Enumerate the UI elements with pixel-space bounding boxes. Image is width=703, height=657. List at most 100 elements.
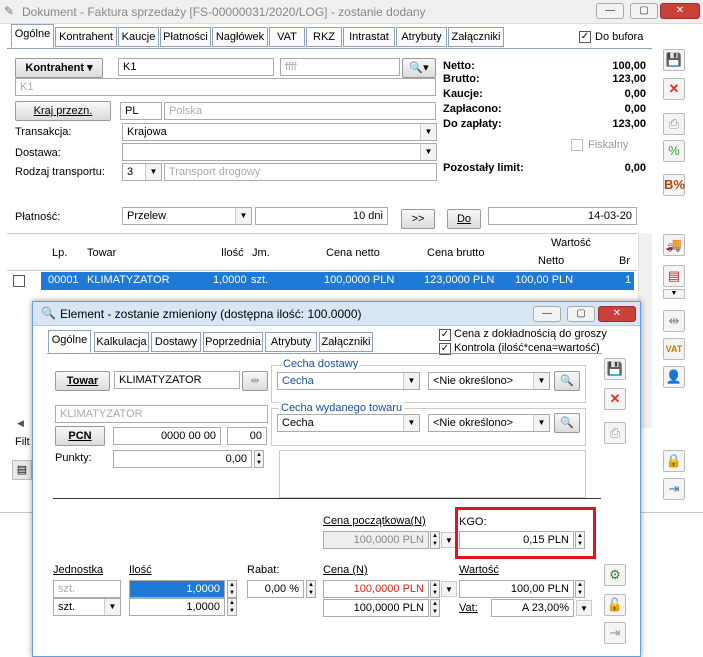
search-button[interactable]: 🔍▾ xyxy=(402,58,436,78)
fiskalny-checkbox[interactable] xyxy=(571,139,583,151)
chevron-down-icon[interactable]: ▼ xyxy=(533,415,549,431)
punkty-input[interactable]: 0,00 xyxy=(113,450,252,468)
tab-kaucje[interactable]: Kaucje xyxy=(118,27,159,47)
chevron-down-icon[interactable]: ▼ xyxy=(420,124,436,140)
ilosc-input[interactable]: 1,0000 xyxy=(129,580,225,598)
ilosc-spinner[interactable]: ▲ ▼ xyxy=(227,580,237,598)
maximize-button[interactable]: ▢ xyxy=(630,3,658,19)
chevron-down-icon[interactable]: ▼ xyxy=(104,599,120,615)
vat-select[interactable]: A 23,00% xyxy=(491,599,574,617)
termin-date-input[interactable]: 14-03-20 xyxy=(488,207,637,225)
arrow-button[interactable]: >> xyxy=(401,209,435,229)
tab-intrastat[interactable]: Intrastat xyxy=(343,27,395,47)
row-checkbox[interactable] xyxy=(13,275,25,287)
dialog-settings-button[interactable]: ⚙ xyxy=(604,564,626,586)
pin-button[interactable]: ⇥ xyxy=(663,478,685,500)
cecha-search-button[interactable]: 🔍 xyxy=(554,371,580,391)
col-brutto[interactable]: Br xyxy=(619,255,630,267)
chevron-down-icon[interactable]: ▼ xyxy=(235,208,251,224)
tab-ogolne[interactable]: Ogólne xyxy=(11,24,54,48)
description-textarea[interactable] xyxy=(279,450,586,498)
kontrahent-search-input[interactable]: ffff xyxy=(280,58,400,76)
kontrahent-button[interactable]: Kontrahent ▾ xyxy=(15,58,103,78)
do-button[interactable]: Do xyxy=(447,209,481,229)
wartosc-spinner[interactable]: ▲ ▼ xyxy=(575,580,585,598)
tab-naglowek[interactable]: Nagłówek xyxy=(212,27,268,47)
cecha-wydanego-search-button[interactable]: 🔍 xyxy=(554,413,580,433)
vat-button[interactable]: VAT xyxy=(663,338,685,360)
tab-zalaczniki[interactable]: Załączniki xyxy=(448,27,504,47)
towar-code-input[interactable]: KLIMATYZATOR xyxy=(114,371,240,389)
cecha-dostawy-select[interactable]: Cecha xyxy=(277,372,420,390)
rabat-spinner[interactable]: ▲ ▼ xyxy=(306,580,316,598)
chevron-down-icon[interactable]: ▼ xyxy=(441,581,457,597)
cena-poczatkowa-input[interactable]: 100,0000 PLN xyxy=(323,531,429,549)
document-button[interactable]: ▤ xyxy=(663,265,685,287)
cecha-dostawy-value-select[interactable]: <Nie określono> xyxy=(428,372,550,390)
cecha-wydanego-value-select[interactable]: <Nie określono> xyxy=(428,414,550,432)
dostawa-select[interactable] xyxy=(122,143,437,161)
dialog-tab-dostawy[interactable]: Dostawy xyxy=(151,332,201,352)
termin-dni-input[interactable]: 10 dni xyxy=(255,207,388,225)
dialog-maximize-button[interactable]: ▢ xyxy=(567,306,595,322)
punkty-spinner[interactable]: ▲ ▼ xyxy=(254,450,264,468)
close-button[interactable]: ✕ xyxy=(660,3,700,19)
cancel-button[interactable]: ✕ xyxy=(663,78,685,100)
minimize-button[interactable]: — xyxy=(596,3,624,19)
dialog-close-button[interactable]: ✕ xyxy=(598,306,636,322)
pcn-input[interactable]: 0000 00 00 xyxy=(113,427,221,445)
col-cena-netto[interactable]: Cena netto xyxy=(326,247,380,259)
cecha-wydanego-select[interactable]: Cecha xyxy=(277,414,420,432)
dialog-tab-ogolne[interactable]: Ogólne xyxy=(48,330,91,353)
do-bufora-checkbox[interactable]: ✓ xyxy=(579,31,591,43)
chevron-down-icon[interactable]: ▼ xyxy=(403,373,419,389)
cena-poczatkowa-spinner[interactable]: ▲ ▼ xyxy=(430,531,440,549)
cena-spinner[interactable]: ▲ ▼ xyxy=(430,580,440,598)
cena-input[interactable]: 100,0000 PLN xyxy=(323,580,429,598)
transakcja-select[interactable]: Krajowa xyxy=(122,123,437,141)
col-ilosc[interactable]: Ilość xyxy=(221,247,244,259)
dialog-save-button[interactable]: 💾 xyxy=(604,358,626,380)
col-wartosc[interactable]: Wartość xyxy=(551,237,591,249)
pcn-button[interactable]: PCN xyxy=(55,426,105,446)
dialog-tab-kalkulacja[interactable]: Kalkulacja xyxy=(94,332,149,352)
chevron-down-icon[interactable]: ▼ xyxy=(576,600,592,616)
cena-dokladnosc-checkbox[interactable]: ✓ xyxy=(439,329,451,341)
chevron-down-icon[interactable]: ▼ xyxy=(403,415,419,431)
discount-button[interactable]: B% xyxy=(663,174,685,196)
print-button[interactable]: ⎙ xyxy=(663,113,685,135)
user-button[interactable]: 👤 xyxy=(663,366,685,388)
dialog-print-button[interactable]: ⎙ xyxy=(604,422,626,444)
dialog-tab-atrybuty[interactable]: Atrybuty xyxy=(265,332,317,352)
tab-platnosci[interactable]: Płatności xyxy=(160,27,211,47)
dialog-tab-poprzednia[interactable]: Poprzednia xyxy=(203,332,263,352)
col-lp[interactable]: Lp. xyxy=(52,247,67,259)
col-cena-brutto[interactable]: Cena brutto xyxy=(427,247,484,259)
dialog-lock-button[interactable]: 🔓 xyxy=(604,594,626,616)
col-netto[interactable]: Netto xyxy=(538,255,564,267)
wartosc-input[interactable]: 100,00 PLN xyxy=(459,580,574,598)
split-button[interactable]: ⇹ xyxy=(663,310,685,332)
kontrahent-code-input[interactable]: K1 xyxy=(118,58,274,76)
dialog-minimize-button[interactable]: — xyxy=(533,306,561,322)
col-towar[interactable]: Towar xyxy=(87,247,116,259)
dialog-pin-button[interactable]: ⇥ xyxy=(604,622,626,644)
lock-button[interactable]: 🔒 xyxy=(663,450,685,472)
scroll-left-icon[interactable]: ◀ xyxy=(17,418,24,429)
chevron-down-icon[interactable]: ▼ xyxy=(420,144,436,160)
tab-rkz[interactable]: RKZ xyxy=(306,27,342,47)
col-jm[interactable]: Jm. xyxy=(252,247,270,259)
kraj-button[interactable]: Kraj przezn. xyxy=(15,101,111,121)
kraj-code-input[interactable]: PL xyxy=(120,102,162,120)
calc-button[interactable]: % xyxy=(663,140,685,162)
platnosc-select[interactable]: Przelew xyxy=(122,207,252,225)
chevron-down-icon[interactable]: ▼ xyxy=(533,373,549,389)
dialog-tab-zalaczniki[interactable]: Załączniki xyxy=(319,332,373,352)
rabat-input[interactable]: 0,00 % xyxy=(247,580,304,598)
towar-link-button[interactable]: ⇹ xyxy=(242,371,268,391)
table-row[interactable]: 00001 KLIMATYZATOR 1,0000 szt. 100,0000 … xyxy=(41,272,634,290)
dialog-cancel-button[interactable]: ✕ xyxy=(604,388,626,410)
tab-atrybuty[interactable]: Atrybuty xyxy=(396,27,447,47)
pcn-suffix-input[interactable]: 00 xyxy=(227,427,267,445)
towar-button[interactable]: Towar xyxy=(55,371,110,391)
